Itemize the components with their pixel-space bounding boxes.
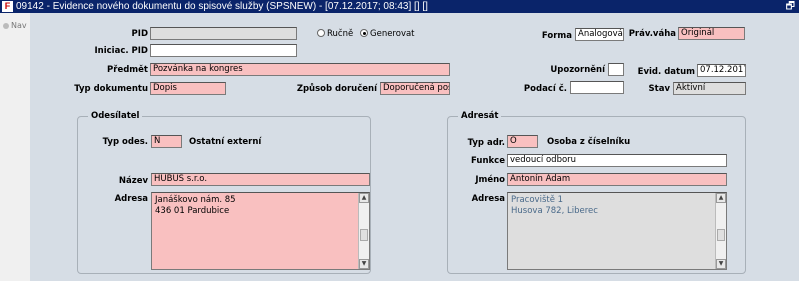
radio-rucne[interactable]: Ručně [317,29,353,39]
odes-adresa-line-1: Janáškovo nám. 85 [155,195,236,205]
scroll-thumb[interactable] [717,229,725,242]
adr-adresa-line-1: Pracoviště 1 [511,195,564,205]
typ-odes-label: Typ odes. [102,137,148,147]
iniciac-pid-label: Iniciac. PID [94,46,149,56]
podaci-c-field[interactable] [570,81,624,94]
scroll-down-icon[interactable]: ▼ [359,259,369,269]
radio-rucne-label: Ručně [327,29,354,39]
radio-generovat-label: Generovat [370,29,415,39]
nazev-field[interactable]: HUBUS s.r.o. [151,173,370,186]
adresat-caption: Adresát [458,111,502,121]
adr-adresa-label: Adresa [471,194,505,204]
iniciac-pid-field[interactable] [150,44,297,57]
adresat-group: Adresát Typ adr. O Osoba z číselníku Fun… [447,111,746,274]
typ-adr-desc: Osoba z číselníku [547,137,631,147]
funkce-label: Funkce [471,156,505,166]
scroll-thumb[interactable] [360,229,368,242]
nav-icon [3,22,9,29]
prav-vaha-field[interactable]: Originál [678,27,745,40]
forma-label: Forma [541,31,572,41]
jmeno-label: Jméno [475,175,505,185]
nazev-label: Název [118,176,148,186]
predmet-label: Předmět [107,65,148,75]
pid-label: PID [131,29,148,39]
radio-generovat-circle [360,29,368,37]
prav-vaha-label: Práv.váha [628,29,676,39]
scroll-up-icon[interactable]: ▲ [359,193,369,203]
zpusob-doruceni-label: Způsob doručení [296,84,377,94]
odesilatel-group: Odesílatel Typ odes. N Ostatní externí N… [77,111,371,274]
app-icon: F [2,1,13,12]
nav-label: Nav [11,21,27,30]
adr-adresa-field[interactable]: Pracoviště 1 Husova 782, Liberec ▲ ▼ [507,192,727,270]
window-title: 09142 - Evidence nového dokumentu do spi… [16,1,428,12]
typ-adr-label: Typ adr. [467,138,505,148]
navigator-panel: Nav [0,13,30,281]
adr-adresa-line-2: Husova 782, Liberec [511,206,598,216]
pid-field [150,27,297,40]
upozorneni-field[interactable] [608,63,624,76]
upozorneni-label: Upozornění [550,65,605,75]
odes-adresa-label: Adresa [114,194,148,204]
stav-label: Stav [648,84,670,94]
odes-adresa-line-2: 436 01 Pardubice [155,206,230,216]
odes-adresa-scrollbar[interactable]: ▲ ▼ [358,193,369,269]
odes-adresa-field[interactable]: Janáškovo nám. 85 436 01 Pardubice ▲ ▼ [151,192,370,270]
nav-button[interactable]: Nav [3,21,27,30]
jmeno-field[interactable]: Antonín Adam [507,173,727,186]
title-bar: F 09142 - Evidence nového dokumentu do s… [0,0,799,13]
zpusob-doruceni-field[interactable]: Doporučená pošt [380,82,450,95]
radio-rucne-circle [317,29,325,37]
form-area: PID Ručně Generovat Forma Analogová Práv… [30,13,799,281]
radio-generovat[interactable]: Generovat [360,29,415,39]
funkce-field[interactable]: vedoucí odboru [507,154,727,167]
adr-adresa-scrollbar[interactable]: ▲ ▼ [715,193,726,269]
scroll-up-icon[interactable]: ▲ [716,193,726,203]
evid-datum-field[interactable]: 07.12.2017 [697,64,746,77]
podaci-c-label: Podací č. [523,84,567,94]
restore-window-icon[interactable]: 🗗 [786,0,795,13]
evid-datum-label: Evid. datum [637,67,695,77]
typ-odes-field[interactable]: N [151,135,182,148]
typ-adr-field[interactable]: O [507,135,538,148]
stav-field: Aktivní [673,82,746,95]
typ-dokumentu-label: Typ dokumentu [74,84,148,94]
typ-dokumentu-field[interactable]: Dopis [150,82,226,95]
typ-odes-desc: Ostatní externí [189,137,262,147]
odesilatel-caption: Odesílatel [88,111,143,121]
forma-field[interactable]: Analogová [575,28,624,41]
predmet-field[interactable]: Pozvánka na kongres [150,63,450,76]
scroll-down-icon[interactable]: ▼ [716,259,726,269]
